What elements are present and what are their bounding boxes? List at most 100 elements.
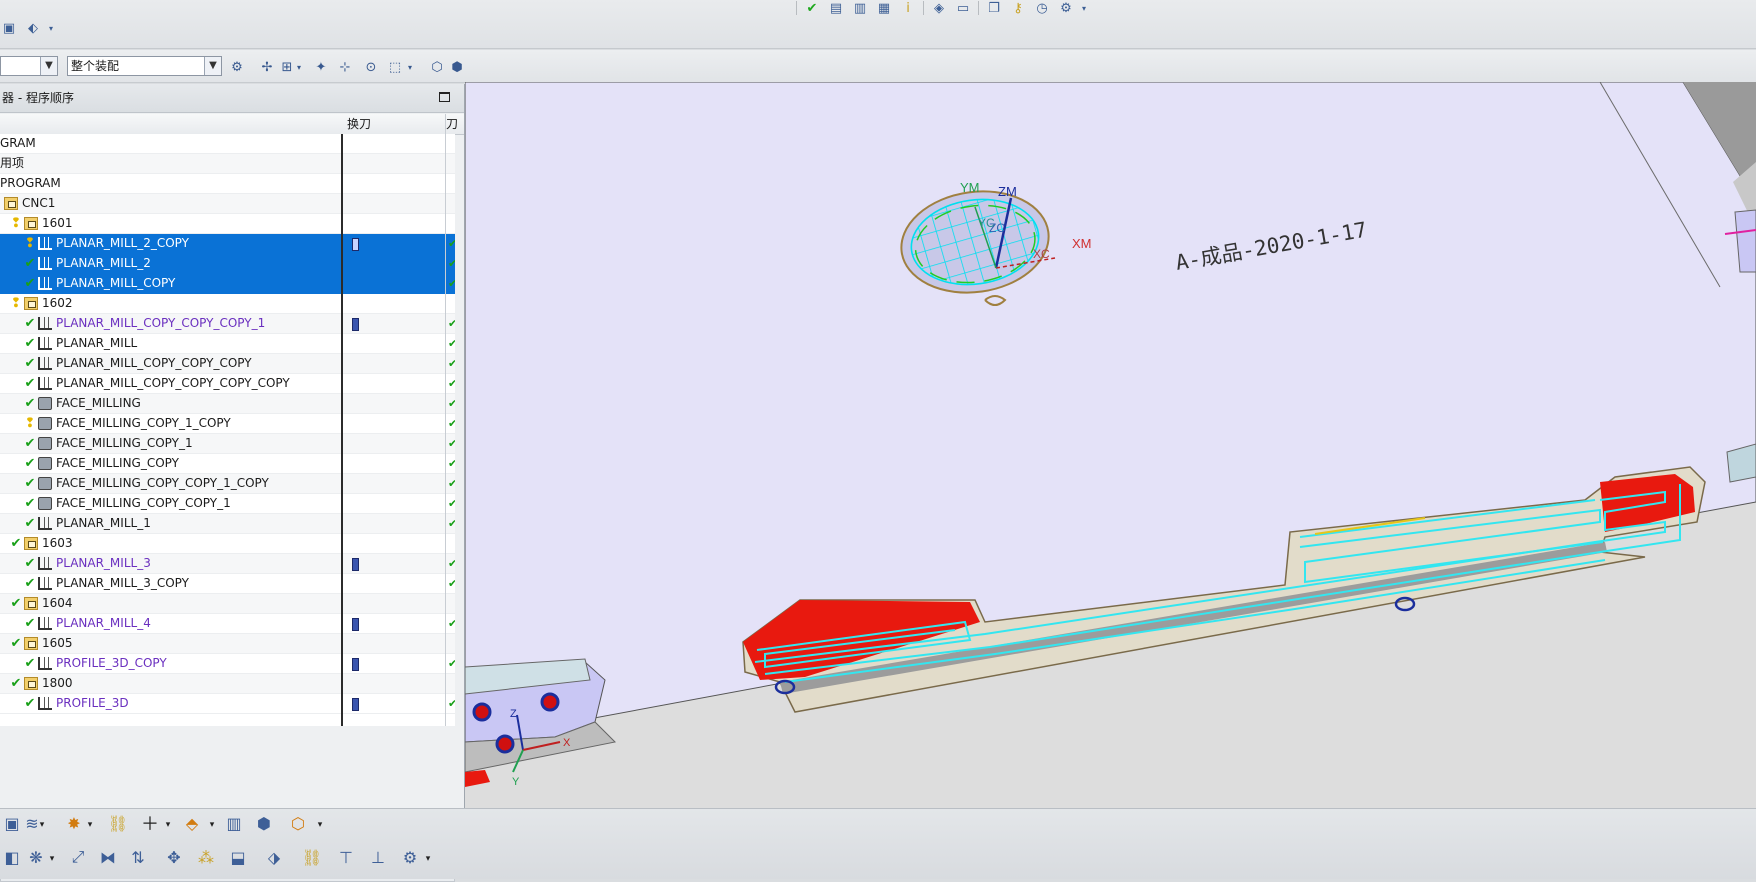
grid-icon[interactable]: ▦ bbox=[875, 0, 893, 16]
tree-row[interactable]: ❢ 1601 bbox=[0, 214, 455, 234]
chevron-down-icon[interactable]: ▾ bbox=[48, 20, 54, 36]
copy-icon[interactable]: ❐ bbox=[985, 0, 1003, 16]
document-icon[interactable]: ▭ bbox=[954, 0, 972, 16]
part-icon[interactable]: ▣ bbox=[0, 20, 18, 36]
cube-icon[interactable]: ⬢ bbox=[252, 811, 276, 835]
settings-icon[interactable]: ⚙ bbox=[1057, 0, 1075, 16]
tree-row[interactable]: ✔ FACE_MILLING ✔ bbox=[0, 394, 455, 414]
column-name[interactable] bbox=[0, 114, 341, 134]
tree-row[interactable]: ✔ PLANAR_MILL_COPY_COPY_COPY ✔ bbox=[0, 354, 455, 374]
list-detail-icon[interactable]: ▥ bbox=[851, 0, 869, 16]
move-icon[interactable]: ⤢ bbox=[66, 845, 90, 869]
tree-row[interactable]: ❢ 1602 bbox=[0, 294, 455, 314]
tree-row[interactable]: PROGRAM bbox=[0, 174, 455, 194]
datum-plane-icon[interactable]: ⬘ bbox=[180, 811, 204, 835]
tree-row[interactable]: ✔ 1603 bbox=[0, 534, 455, 554]
parts-icon[interactable]: ⚙ bbox=[398, 845, 422, 869]
chevron-down-icon[interactable]: ▾ bbox=[208, 813, 216, 837]
maximize-icon[interactable] bbox=[439, 92, 450, 102]
blend-icon[interactable]: ❋ bbox=[24, 845, 48, 869]
tree-row[interactable]: ✔ PLANAR_MILL_3 ✔ bbox=[0, 554, 455, 574]
chevron-down-icon[interactable]: ▾ bbox=[86, 813, 94, 837]
tree-row[interactable]: ✔ PLANAR_MILL_COPY_COPY_COPY_1 ✔ bbox=[0, 314, 455, 334]
column-tool-change[interactable]: 换刀 bbox=[347, 114, 371, 134]
sketch-icon[interactable]: ✸ bbox=[62, 811, 86, 835]
tree-row[interactable]: ✔ 1800 bbox=[0, 674, 455, 694]
trim-icon[interactable]: ◧ bbox=[0, 845, 24, 869]
tree-row[interactable]: ✔ PLANAR_MILL_4 ✔ bbox=[0, 614, 455, 634]
tree-row[interactable]: ✔ PLANAR_MILL ✔ bbox=[0, 334, 455, 354]
drill-icon[interactable]: ⊤ bbox=[334, 845, 358, 869]
verify-icon[interactable]: ◈ bbox=[930, 0, 948, 16]
tool-icon[interactable]: ⊥ bbox=[366, 845, 390, 869]
path-status-icon: ✔ bbox=[448, 557, 455, 570]
feature-icon[interactable]: ⬡ bbox=[286, 811, 310, 835]
chevron-down-icon[interactable]: ▾ bbox=[1081, 0, 1087, 16]
tree-row[interactable]: ✔ PLANAR_MILL_2 ✔ bbox=[0, 254, 455, 274]
assembly-filter-select[interactable]: 整个装配 ▼ bbox=[67, 56, 222, 76]
rectangle-select-icon[interactable]: ⬚ bbox=[386, 58, 404, 76]
info-icon[interactable]: ⅰ bbox=[899, 0, 917, 16]
tree-row[interactable]: ✔ PLANAR_MILL_3_COPY ✔ bbox=[0, 574, 455, 594]
extrude-icon[interactable]: ▥ bbox=[222, 811, 246, 835]
list-icon[interactable]: ▤ bbox=[827, 0, 845, 16]
path-status-icon: ✔ bbox=[448, 657, 455, 670]
link-icon[interactable]: ⛓ bbox=[106, 811, 130, 835]
column-divider[interactable] bbox=[341, 134, 343, 726]
tree-row-label: PLANAR_MILL_4 bbox=[56, 616, 151, 630]
constraint-icon[interactable]: ⬓ bbox=[226, 845, 250, 869]
assembly-icon[interactable]: ✥ bbox=[162, 845, 186, 869]
chevron-down-icon[interactable]: ▾ bbox=[316, 813, 324, 837]
chevron-down-icon[interactable]: ▾ bbox=[424, 847, 432, 871]
cube-solid-icon[interactable]: ⬢ bbox=[448, 58, 466, 76]
chevron-down-icon[interactable]: ▼ bbox=[40, 57, 57, 75]
chevron-down-icon[interactable]: ▾ bbox=[406, 58, 414, 76]
clock-icon[interactable]: ◷ bbox=[1033, 0, 1051, 16]
type-filter-select[interactable]: ▼ bbox=[0, 56, 58, 76]
tree-row[interactable]: ✔ PROFILE_3D_COPY ✔ bbox=[0, 654, 455, 674]
chevron-down-icon[interactable]: ▾ bbox=[48, 847, 56, 871]
filter-icon[interactable]: ⚙ bbox=[228, 58, 246, 76]
chevron-down-icon[interactable]: ▾ bbox=[164, 813, 172, 837]
target-icon[interactable]: ⊙ bbox=[362, 58, 380, 76]
column-path[interactable]: 刀 bbox=[446, 114, 458, 134]
tree-row[interactable]: ✔ 1604 bbox=[0, 594, 455, 614]
tree-row-label: 1605 bbox=[42, 636, 73, 650]
box-select-icon[interactable]: ⊞ bbox=[278, 58, 296, 76]
tree-row-label: PROGRAM bbox=[0, 176, 61, 190]
components-icon[interactable]: ⁂ bbox=[194, 845, 218, 869]
cube-outline-icon[interactable]: ⬡ bbox=[428, 58, 446, 76]
tree-row[interactable]: CNC1 bbox=[0, 194, 455, 214]
chevron-down-icon[interactable]: ▾ bbox=[38, 813, 46, 837]
planar-mill-icon bbox=[38, 617, 52, 630]
tree-row[interactable]: ❢ PLANAR_MILL_2_COPY ✔ bbox=[0, 234, 455, 254]
pointer-icon[interactable]: ⊹ bbox=[336, 58, 354, 76]
planar-mill-icon bbox=[38, 277, 52, 290]
key-icon[interactable]: ⚷ bbox=[1009, 0, 1027, 16]
tree-row[interactable]: GRAM bbox=[0, 134, 455, 154]
orient-view-icon[interactable]: ⬖ bbox=[24, 20, 42, 36]
check-icon[interactable]: ✔ bbox=[803, 0, 821, 16]
tree-row[interactable]: ✔ FACE_MILLING_COPY ✔ bbox=[0, 454, 455, 474]
tree-row[interactable]: ✔ PLANAR_MILL_1 ✔ bbox=[0, 514, 455, 534]
mirror-icon[interactable]: ⧓ bbox=[96, 845, 120, 869]
tree-row[interactable]: ❢ FACE_MILLING_COPY_1_COPY ✔ bbox=[0, 414, 455, 434]
plus-icon[interactable]: ＋ bbox=[138, 811, 162, 835]
pattern-icon[interactable]: ⇅ bbox=[126, 845, 150, 869]
snap-point-icon[interactable]: ✦ bbox=[312, 58, 330, 76]
tree-row[interactable]: ✔ PLANAR_MILL_COPY_COPY_COPY_COPY ✔ bbox=[0, 374, 455, 394]
tree-row[interactable]: ✔ PROFILE_3D ✔ bbox=[0, 694, 455, 714]
chevron-down-icon[interactable]: ▼ bbox=[204, 57, 221, 75]
select-tool-icon[interactable]: ✢ bbox=[258, 58, 276, 76]
measure-icon[interactable]: ⬗ bbox=[262, 845, 286, 869]
tree-row[interactable]: ✔ FACE_MILLING_COPY_COPY_1_COPY ✔ bbox=[0, 474, 455, 494]
chain-icon[interactable]: ⛓ bbox=[300, 845, 324, 869]
tool-change-icon bbox=[352, 618, 359, 631]
tree-row[interactable]: ✔ FACE_MILLING_COPY_COPY_1 ✔ bbox=[0, 494, 455, 514]
tree-row[interactable]: ✔ FACE_MILLING_COPY_1 ✔ bbox=[0, 434, 455, 454]
tree-row[interactable]: 用项 bbox=[0, 154, 455, 174]
chevron-down-icon[interactable]: ▾ bbox=[295, 58, 303, 76]
tree-row[interactable]: ✔ 1605 bbox=[0, 634, 455, 654]
tree-row[interactable]: ✔ PLANAR_MILL_COPY ✔ bbox=[0, 274, 455, 294]
graphics-viewport[interactable]: YM ZM XM YC ZC XC A-成品-2020-1-17 Z X Y bbox=[465, 82, 1756, 808]
